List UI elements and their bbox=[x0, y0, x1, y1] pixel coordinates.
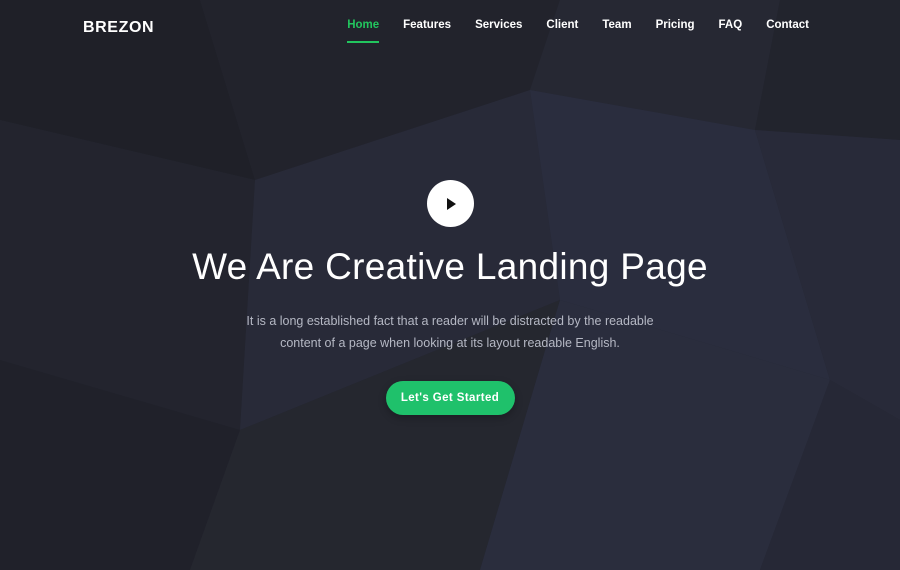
nav-item-faq: FAQ bbox=[719, 19, 743, 43]
nav-item-team: Team bbox=[602, 19, 631, 43]
nav-link-features[interactable]: Features bbox=[403, 19, 451, 43]
nav-link-pricing[interactable]: Pricing bbox=[656, 19, 695, 43]
play-video-button[interactable] bbox=[426, 180, 474, 227]
play-icon bbox=[447, 197, 456, 210]
navbar: BREZON Home Features Services Client Tea… bbox=[0, 0, 900, 56]
nav-item-features: Features bbox=[403, 19, 451, 43]
nav-item-services: Services bbox=[475, 19, 522, 43]
nav-link-services[interactable]: Services bbox=[475, 19, 522, 43]
nav-link-faq[interactable]: FAQ bbox=[719, 19, 743, 43]
get-started-button[interactable]: Let's Get Started bbox=[385, 381, 515, 415]
nav-link-home[interactable]: Home bbox=[347, 19, 380, 43]
nav-item-contact: Contact bbox=[766, 19, 809, 43]
hero-section: BREZON Home Features Services Client Tea… bbox=[0, 0, 900, 570]
nav-item-home: Home bbox=[347, 19, 380, 43]
nav-item-client: Client bbox=[546, 19, 578, 43]
nav-link-client[interactable]: Client bbox=[546, 19, 578, 43]
nav-link-contact[interactable]: Contact bbox=[766, 19, 809, 43]
hero-subtext: It is a long established fact that a rea… bbox=[246, 314, 654, 350]
nav-item-pricing: Pricing bbox=[656, 19, 695, 43]
nav-link-team[interactable]: Team bbox=[602, 19, 631, 43]
hero-headline: We Are Creative Landing Page bbox=[192, 246, 708, 287]
hero-content: We Are Creative Landing Page It is a lon… bbox=[0, 180, 900, 415]
nav-menu: Home Features Services Client Team Prici… bbox=[347, 19, 809, 43]
brand-logo[interactable]: BREZON bbox=[83, 19, 154, 37]
